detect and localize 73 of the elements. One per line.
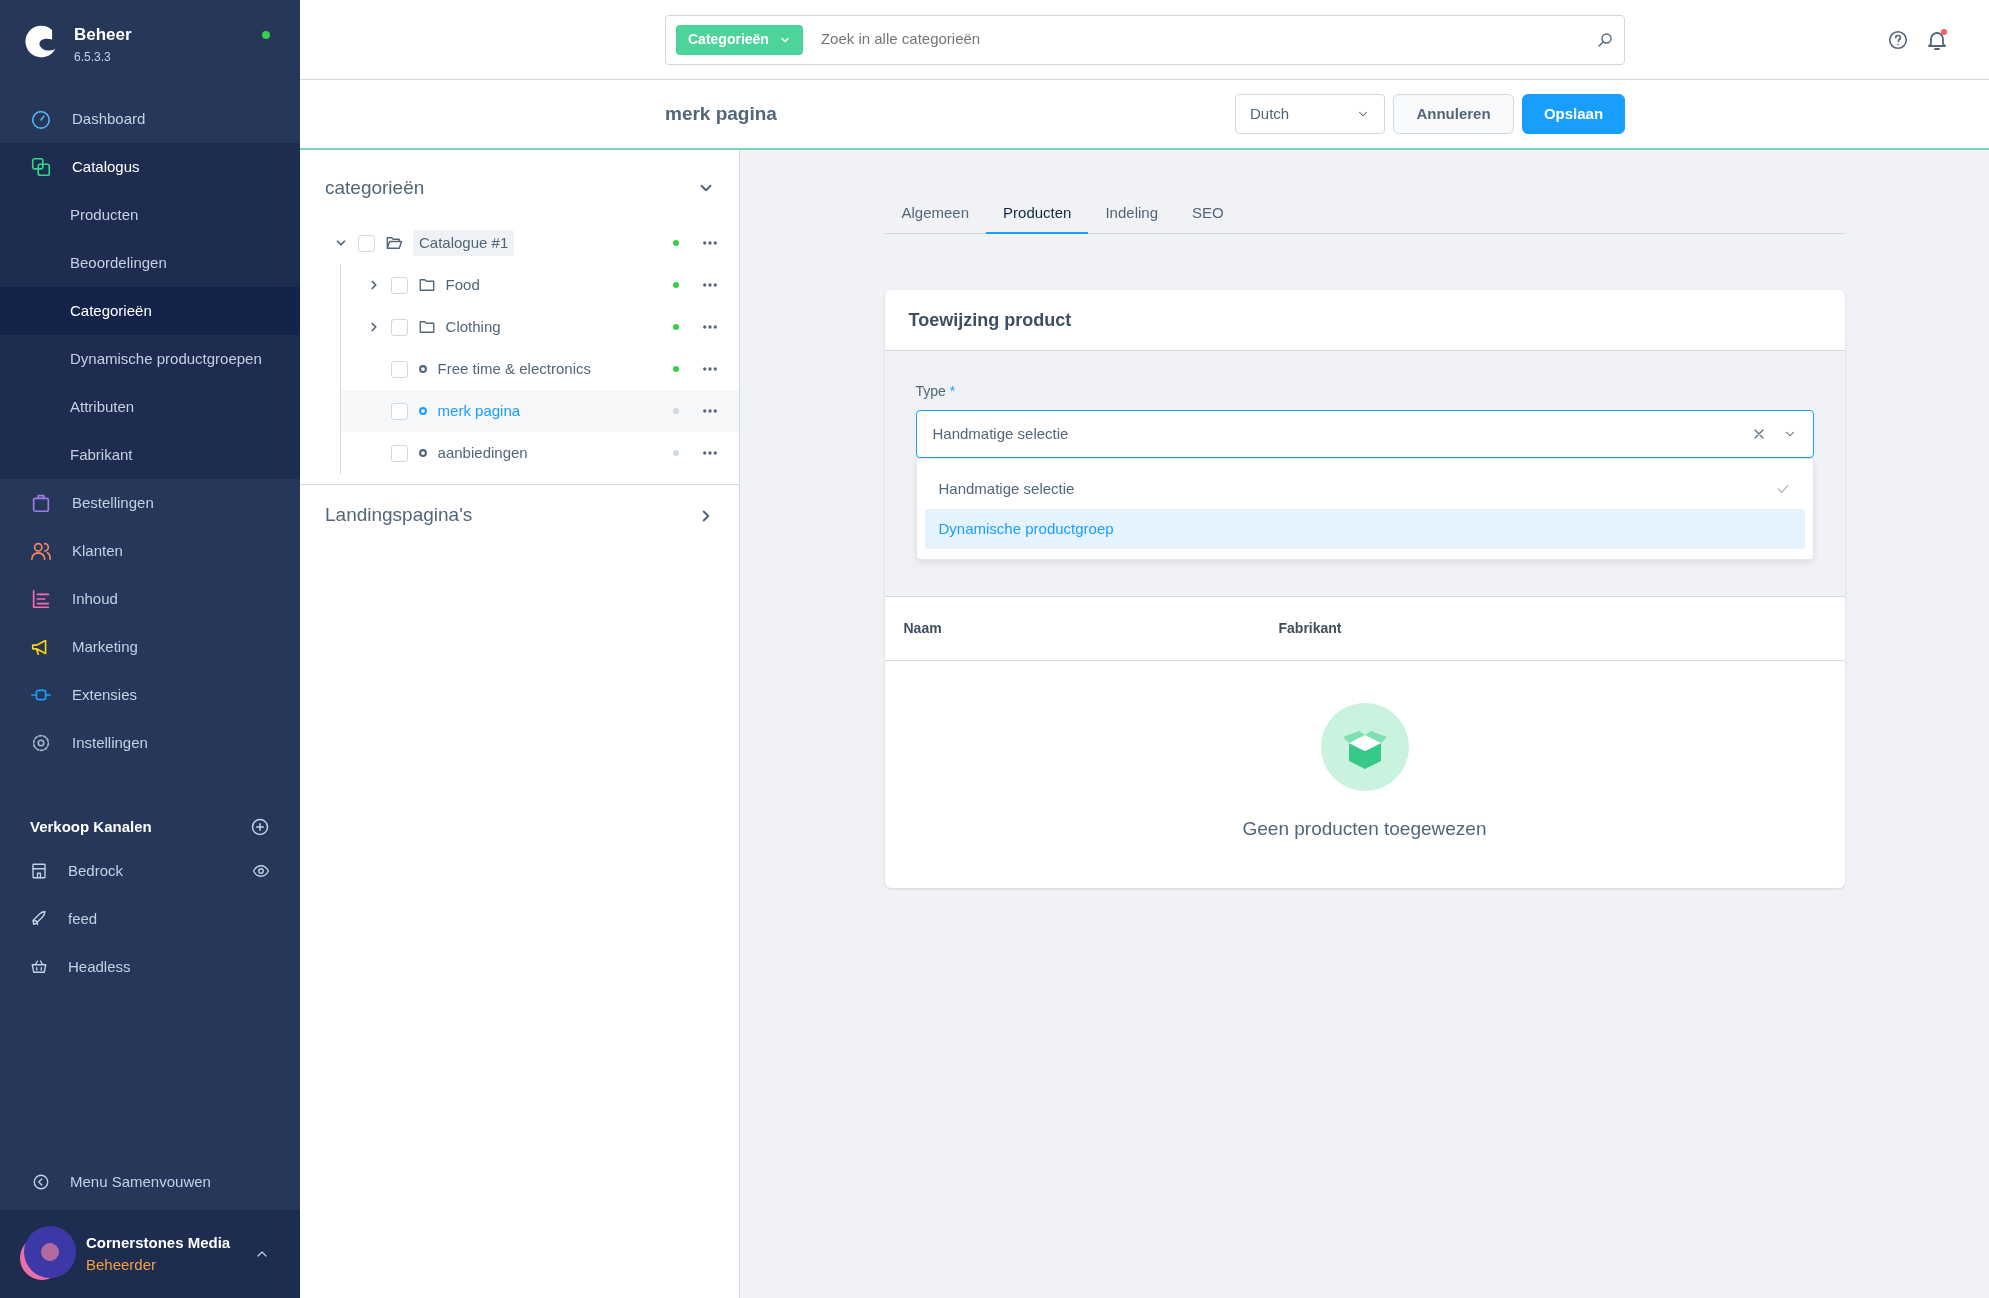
sidebar-item[interactable]: Catalogus [0,143,300,191]
language-select[interactable]: Dutch [1235,94,1385,134]
basket-icon [30,958,48,976]
sidebar-subitem[interactable]: Categorieën [0,287,300,335]
dashboard-icon [30,108,52,130]
sidebar-subitem[interactable]: Beoordelingen [0,239,300,287]
user-role: Beheerder [86,1255,158,1275]
search-icon[interactable] [1596,30,1614,49]
sidebar-item[interactable]: Marketing [0,623,300,671]
add-icon[interactable] [250,817,270,837]
sidebar-subitem[interactable]: Producten [0,191,300,239]
collapse-menu-link[interactable]: Menu Samenvouwen [70,1170,211,1194]
dropdown-option[interactable]: Handmatige selectie [924,469,1805,509]
sidebar-subitem[interactable]: Attributen [0,383,300,431]
column-header: Naam [903,619,943,638]
help-icon[interactable] [1887,28,1909,51]
empty-message: Geen producten toegewezen [1242,817,1487,841]
folder-icon [417,318,436,336]
checkbox[interactable] [390,444,408,462]
sidebar-subitem[interactable]: Fabrikant [0,431,300,479]
checkbox[interactable] [358,234,375,252]
user-name: Cornerstones Media [86,1232,232,1253]
sidebar-item[interactable]: Inhoud [0,575,300,623]
chevron-left-circle-icon [32,1173,50,1191]
gear-icon [30,732,52,754]
tree-item[interactable]: aanbiedingen [437,441,663,465]
tree-item[interactable]: Clothing [445,315,663,339]
channel-link[interactable]: Headless [68,955,270,979]
checkbox[interactable] [390,276,408,294]
tab[interactable]: Producten [986,194,1089,234]
rocket-icon [30,910,48,928]
copy-icon [30,156,52,178]
store-icon [30,862,48,880]
sidebar-item[interactable]: Dashboard [0,95,300,143]
tree-item[interactable]: Catalogue #1 [413,229,515,257]
cancel-button[interactable]: Annuleren [1393,94,1514,134]
panel-title: categorieën [325,175,425,200]
version-text: 6.5.3.3 [74,48,112,66]
bell-icon[interactable] [1925,27,1949,52]
channel-link[interactable]: Bedrock [68,859,232,883]
page-title: merk pagina [665,101,778,126]
circle-icon [417,406,428,416]
tab[interactable]: SEO [1175,194,1241,234]
tree-item[interactable]: Free time & electronics [437,357,663,381]
card-title: Toewijzing product [908,308,1072,332]
column-header: Fabrikant [1278,619,1342,638]
circle-icon [417,364,428,374]
channel-link[interactable]: feed [68,907,270,931]
content-icon [30,588,52,610]
checkbox[interactable] [390,318,408,336]
bag-icon [30,492,52,514]
sidebar-subitem[interactable]: Dynamische productgroepen [0,335,300,383]
field-label: Type [915,382,946,401]
folder-icon [417,276,436,294]
tree-item[interactable]: Food [445,273,663,297]
sidebar-item[interactable]: Bestellingen [0,479,300,527]
sidebar-item[interactable]: Instellingen [0,719,300,767]
section-title: Verkoop Kanalen [30,816,152,837]
checkbox[interactable] [390,360,408,378]
sidebar-item[interactable]: Klanten [0,527,300,575]
users-icon [30,540,52,562]
empty-box-icon [1320,703,1409,791]
panel-title[interactable]: Landingspagina's [325,501,473,530]
app-title: Beheer [74,24,133,46]
tab[interactable]: Algemeen [884,194,987,234]
circle-icon [417,448,428,458]
sidebar-item[interactable]: Extensies [0,671,300,719]
open-folder-icon [385,234,403,252]
checkbox[interactable] [390,402,408,420]
type-select[interactable]: Handmatige selectie [915,410,1814,458]
eye-icon[interactable] [252,862,270,880]
tab[interactable]: Indeling [1088,194,1175,234]
required-mark: * [949,382,956,401]
